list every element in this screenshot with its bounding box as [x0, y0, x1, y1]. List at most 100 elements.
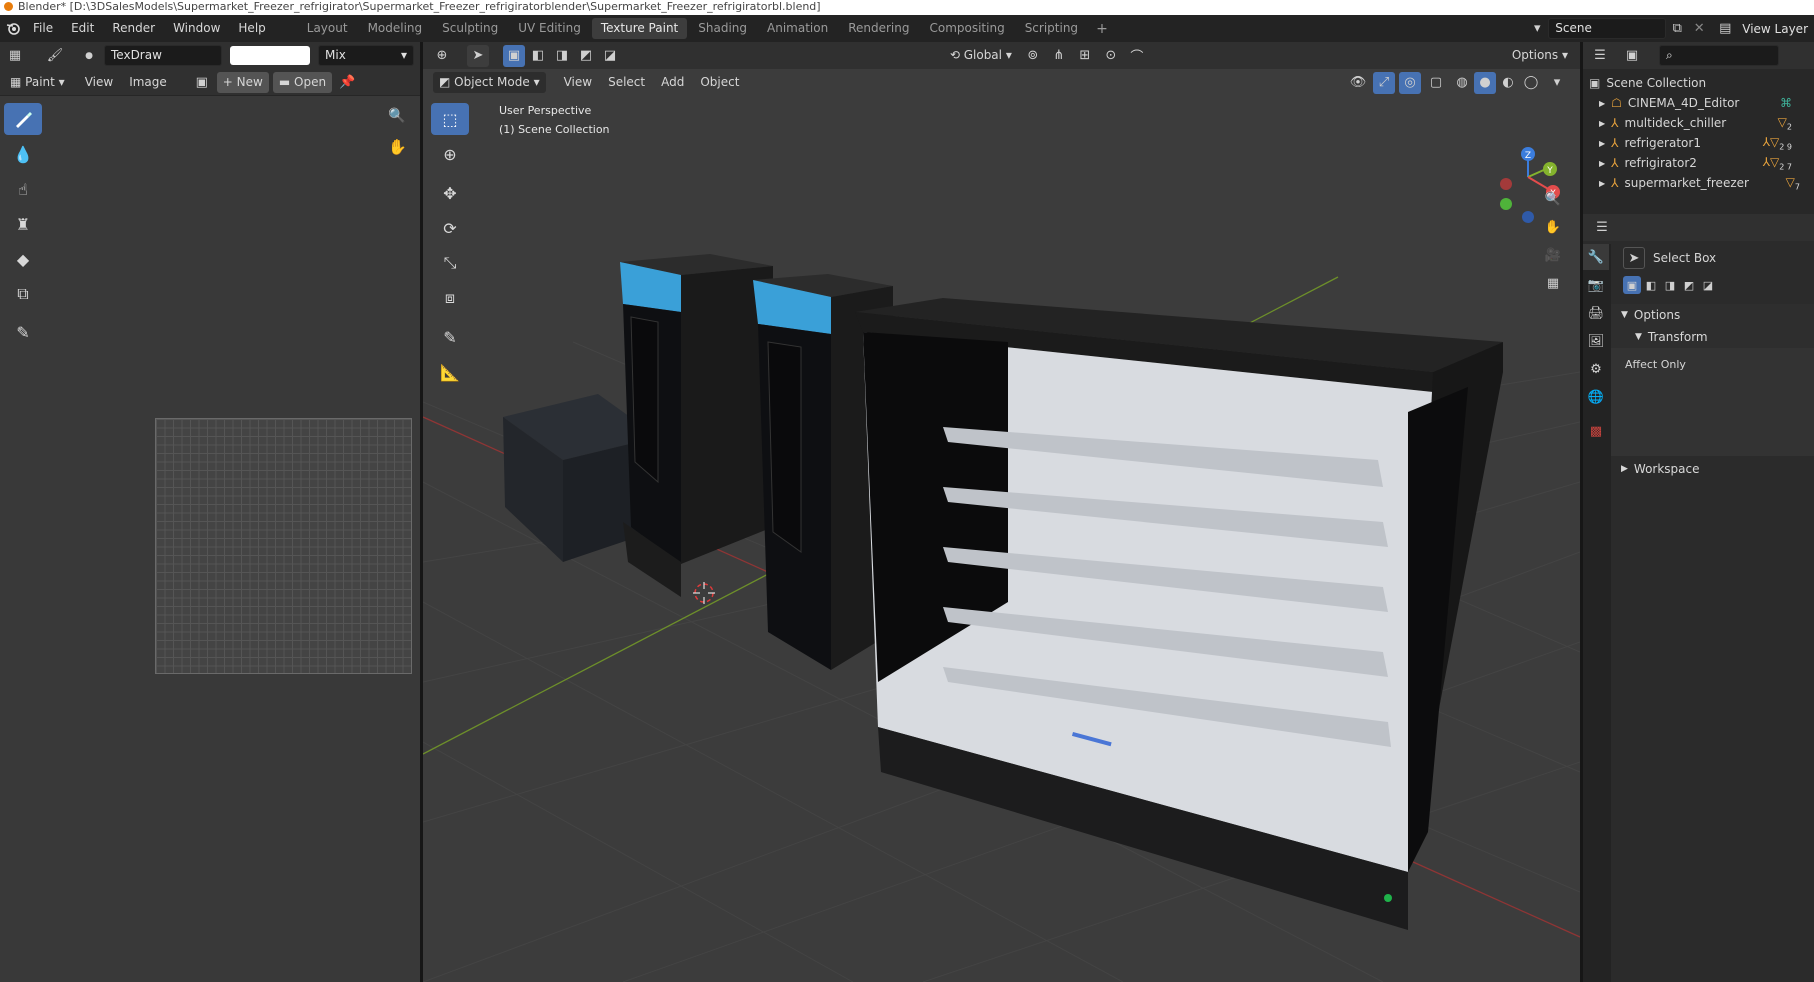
tab-layout[interactable]: Layout: [298, 18, 357, 39]
scale-tool-button[interactable]: ⤡: [431, 247, 469, 279]
object-mode-select[interactable]: ◩ Object Mode ▾: [433, 72, 546, 93]
move-tool-button[interactable]: ✥: [431, 177, 469, 209]
soften-tool-button[interactable]: 💧: [4, 138, 42, 170]
menu-view[interactable]: View: [558, 72, 598, 93]
snap-icon[interactable]: ⋔: [1048, 45, 1070, 67]
snap-target-icon[interactable]: ⊞: [1074, 45, 1096, 67]
paint-mode-select[interactable]: ▦ Paint ▾: [4, 72, 71, 93]
scene-tab-icon[interactable]: ⚙: [1583, 356, 1609, 382]
clone-tool-button[interactable]: ♜: [4, 208, 42, 240]
workspace-panel-header[interactable]: ▶ Workspace: [1611, 458, 1814, 480]
zoom-icon[interactable]: 🔍: [388, 108, 410, 130]
measure-tool-button[interactable]: 📐: [431, 356, 469, 388]
display-mode-icon[interactable]: ▣: [1621, 45, 1643, 67]
menu-file[interactable]: File: [24, 15, 62, 42]
visibility-icon[interactable]: 👁: [1347, 72, 1369, 94]
editor-type-icon[interactable]: ☰: [1589, 45, 1611, 67]
shading-mode-group[interactable]: ◍ ● ◐ ◯: [1451, 71, 1542, 94]
gizmo-toggle-icon[interactable]: ⤢: [1373, 71, 1395, 94]
menu-object[interactable]: Object: [694, 72, 745, 93]
select-new-icon[interactable]: ▣: [1623, 276, 1641, 294]
select-new-icon[interactable]: ▣: [503, 44, 525, 67]
camera-view-icon[interactable]: 🎥: [1542, 244, 1564, 266]
transform-subpanel-header[interactable]: ▼ Transform: [1611, 326, 1814, 348]
add-workspace-button[interactable]: +: [1088, 21, 1116, 37]
color-swatch[interactable]: [230, 46, 310, 65]
tool-tab-icon[interactable]: 🔧: [1583, 244, 1609, 270]
tab-shading[interactable]: Shading: [689, 18, 756, 39]
editor-type-icon[interactable]: ☰: [1591, 217, 1613, 239]
editor-type-icon[interactable]: ▦: [4, 45, 26, 67]
select-invert-icon[interactable]: ◩: [575, 45, 597, 67]
tab-texture-paint[interactable]: Texture Paint: [591, 18, 688, 39]
material-shading-icon[interactable]: ◐: [1497, 72, 1519, 94]
options-dropdown[interactable]: Options ▾: [1506, 45, 1574, 66]
transform-tool-button[interactable]: ⧈: [431, 282, 469, 314]
select-subtract-icon[interactable]: ◨: [551, 45, 573, 67]
select-intersect-icon[interactable]: ◪: [599, 45, 621, 67]
tab-animation[interactable]: Animation: [758, 18, 837, 39]
annotate-tool-button[interactable]: ✎: [4, 316, 42, 348]
expand-arrow-icon[interactable]: ▶: [1599, 119, 1605, 128]
draw-tool-button[interactable]: [4, 103, 42, 135]
select-extend-icon[interactable]: ◧: [1642, 276, 1660, 294]
image-browse-icon[interactable]: ▣: [191, 71, 213, 93]
select-mode-group[interactable]: ▣ ◧ ◨ ◩ ◪: [1611, 276, 1814, 294]
xray-icon[interactable]: ▢: [1425, 72, 1447, 94]
tab-rendering[interactable]: Rendering: [839, 18, 918, 39]
menu-select[interactable]: Select: [602, 72, 651, 93]
falloff-icon[interactable]: ⌒: [1126, 45, 1148, 67]
select-intersect-icon[interactable]: ◪: [1699, 276, 1717, 294]
outliner-row-multideck[interactable]: ▶ ⅄ multideck_chiller ▽2: [1589, 113, 1814, 133]
solid-shading-icon[interactable]: ●: [1474, 71, 1496, 94]
tab-modeling[interactable]: Modeling: [359, 18, 432, 39]
outliner-row-supermarket-freezer[interactable]: ▶ ⅄ supermarket_freezer ▽7: [1589, 173, 1814, 193]
transform-orientation-select[interactable]: ⟲ Global ▾: [944, 45, 1018, 66]
world-tab-icon[interactable]: 🌐: [1583, 384, 1609, 410]
render-tab-icon[interactable]: 📷: [1583, 272, 1609, 298]
view-layer-tab-icon[interactable]: 🖼: [1583, 328, 1609, 354]
editor-type-icon[interactable]: ⊕: [431, 45, 453, 67]
pivot-icon[interactable]: ⊚: [1022, 45, 1044, 67]
scene-icon[interactable]: ▾: [1526, 18, 1548, 40]
options-panel-header[interactable]: ▼ Options: [1611, 304, 1814, 326]
select-invert-icon[interactable]: ◩: [1680, 276, 1698, 294]
pan-hand-icon[interactable]: ✋: [1542, 216, 1564, 238]
brush-icon[interactable]: 🖌: [44, 45, 66, 67]
outliner-row-cinema[interactable]: ▶ ☖ CINEMA_4D_Editor ⌘: [1589, 93, 1814, 113]
uv-image-canvas[interactable]: [155, 418, 412, 674]
tab-uv-editing[interactable]: UV Editing: [509, 18, 590, 39]
menu-help[interactable]: Help: [229, 15, 274, 42]
shading-options-icon[interactable]: ▾: [1546, 72, 1568, 94]
wireframe-shading-icon[interactable]: ◍: [1451, 72, 1473, 94]
blender-menu-icon[interactable]: [2, 18, 24, 40]
blend-mode-select[interactable]: Mix ▾: [318, 45, 414, 66]
select-subtract-icon[interactable]: ◨: [1661, 276, 1679, 294]
rotate-tool-button[interactable]: ⟳: [431, 212, 469, 244]
zoom-icon[interactable]: 🔍: [1542, 188, 1564, 210]
pin-icon[interactable]: 📌: [336, 71, 358, 93]
select-box-tool-button[interactable]: ⬚: [431, 103, 469, 135]
menu-image[interactable]: Image: [123, 72, 173, 93]
view-layer-field[interactable]: View Layer: [1736, 22, 1814, 36]
tab-compositing[interactable]: Compositing: [920, 18, 1013, 39]
proportional-edit-icon[interactable]: ⊙: [1100, 45, 1122, 67]
rendered-shading-icon[interactable]: ◯: [1520, 72, 1542, 94]
brush-name-field[interactable]: TexDraw: [104, 45, 222, 66]
expand-arrow-icon[interactable]: ▶: [1599, 159, 1605, 168]
menu-render[interactable]: Render: [103, 15, 164, 42]
select-tool-icon[interactable]: ➤: [467, 44, 489, 67]
pan-hand-icon[interactable]: ✋: [388, 138, 410, 160]
tab-scripting[interactable]: Scripting: [1016, 18, 1087, 39]
annotate-tool-button[interactable]: ✎: [431, 321, 469, 353]
select-mode-group[interactable]: ▣ ◧ ◨ ◩ ◪: [503, 44, 621, 67]
new-image-button[interactable]: + New: [216, 71, 269, 93]
open-image-button[interactable]: ▬ Open: [272, 71, 333, 93]
scene-name-field[interactable]: Scene: [1548, 18, 1667, 39]
mask-tool-button[interactable]: ⧉: [4, 278, 42, 310]
select-extend-icon[interactable]: ◧: [527, 45, 549, 67]
expand-arrow-icon[interactable]: ▶: [1599, 179, 1605, 188]
overlay-toggle-icon[interactable]: ◎: [1399, 71, 1421, 94]
output-tab-icon[interactable]: 🖨: [1583, 300, 1609, 326]
fill-tool-button[interactable]: ◆: [4, 243, 42, 275]
